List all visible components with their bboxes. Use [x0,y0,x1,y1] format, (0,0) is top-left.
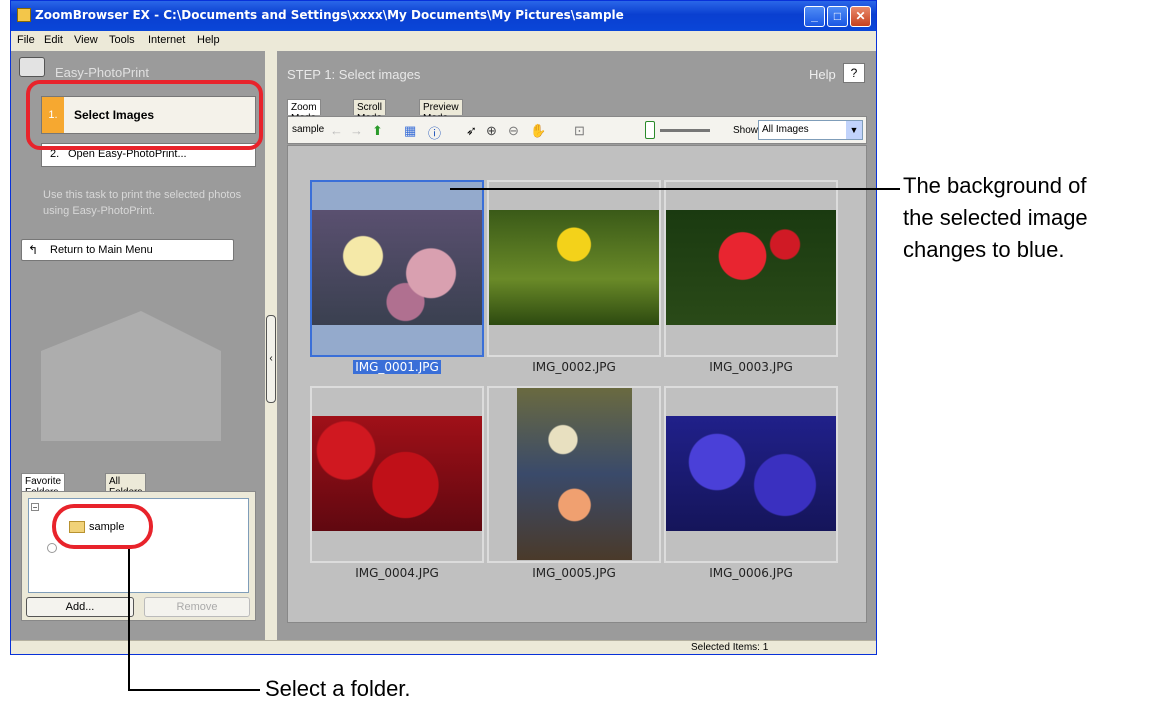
show-filter-value: All Images [762,124,809,135]
menu-view[interactable]: View [74,34,98,46]
task-panel-title: Easy-PhotoPrint [55,65,149,80]
printer-icon [19,57,45,77]
return-arrow-icon: ↰ [28,243,39,257]
annotation-select-folder: Select a folder. [265,676,411,701]
thumbnail-item[interactable]: IMG_0002.JPG [487,180,661,375]
zoom-slider-thumb[interactable] [645,121,655,139]
tab-all-folders[interactable]: All Folders [105,473,147,498]
title-bar[interactable]: ZoomBrowser EX - C:\Documents and Settin… [11,1,876,31]
forward-arrow-icon[interactable]: → [350,123,363,138]
thumbnail-caption: IMG_0006.JPG [709,566,793,580]
thumbnail-item[interactable]: IMG_0003.JPG [664,180,838,375]
remove-folder-button[interactable]: Remove [144,597,250,617]
thumbnail-item[interactable]: IMG_0005.JPG [487,386,661,581]
current-folder-label: sample [292,124,325,135]
task-hint: Use this task to print the selected phot… [43,189,242,217]
help-label: Help [809,67,836,82]
maximize-button[interactable]: □ [827,6,848,27]
thumbnail-caption: IMG_0003.JPG [709,360,793,374]
add-folder-button[interactable]: Add... [26,597,134,617]
thumbnail-frame [664,386,838,563]
window-title: ZoomBrowser EX - C:\Documents and Settin… [35,8,624,22]
step-title: STEP 1: Select images [287,67,421,82]
annotation-selected-bg: The background of the selected image cha… [903,173,1088,262]
menu-tools[interactable]: Tools [109,34,135,46]
back-arrow-icon[interactable]: ← [330,123,343,138]
status-bar: Selected Items: 1 [11,640,876,654]
zoom-out-icon[interactable]: ⊖ [508,123,519,139]
tab-favorite-folders[interactable]: Favorite Folders [21,473,66,498]
thumbnail-frame [487,180,661,357]
button-label: Return to Main Menu [50,244,153,256]
return-to-main-menu-button[interactable]: ↰ Return to Main Menu [21,239,234,261]
photo-red-flower [666,210,836,325]
highlight-ring-folder [52,504,153,549]
zoom-slider[interactable] [660,129,710,132]
select-mode-icon[interactable]: ▦ [404,123,416,139]
thumbnail-frame [487,386,661,563]
panel-splitter[interactable]: ‹ [265,51,277,640]
menu-internet[interactable]: Internet [148,34,185,46]
close-button[interactable]: ✕ [850,6,871,27]
thumbnail-frame [310,386,484,563]
pointer-icon[interactable]: ➶ [466,123,477,139]
zoom-in-icon[interactable]: ⊕ [486,123,497,139]
callout-line [450,188,900,190]
hand-icon[interactable]: ✋ [530,123,546,139]
image-viewer[interactable]: IMG_0001.JPG IMG_0002.JPG IMG_0003.JPG I [287,145,867,623]
thumbnail-frame [664,180,838,357]
up-folder-icon[interactable]: ⬆ [372,123,383,139]
minimize-button[interactable]: _ [804,6,825,27]
photo-red-roses [312,416,482,531]
photo-blue-flowers [666,416,836,531]
toolbar: sample ← → ⬆ ▦ ⓘ ➶ ⊕ ⊖ ✋ ⊡ Show All Imag… [287,116,867,144]
callout-line [128,689,260,691]
show-filter-select[interactable]: All Images ▼ [758,120,863,140]
search-icon [47,543,57,553]
menu-bar: File Edit View Tools Internet Help [11,32,876,50]
thumbnail-frame [310,180,484,357]
status-text: Selected Items: 1 [691,642,769,653]
help-button[interactable]: ? [843,63,865,83]
collapse-panel-button[interactable]: ‹ [266,315,276,403]
menu-edit[interactable]: Edit [44,34,63,46]
photo-yellow-flower [489,210,659,325]
thumbnail-item[interactable]: IMG_0006.JPG [664,386,838,581]
show-label: Show [733,125,759,136]
thumbnail-item[interactable]: IMG_0001.JPG [310,180,484,375]
menu-file[interactable]: File [17,34,35,46]
menu-help[interactable]: Help [197,34,220,46]
printer-watermark-icon [41,311,221,441]
info-icon[interactable]: ⓘ [428,123,441,142]
thumbnail-caption: IMG_0002.JPG [532,360,616,374]
thumbnail-caption: IMG_0004.JPG [355,566,439,580]
tab-preview-mode[interactable]: Preview Mode [419,99,463,124]
step-header: STEP 1: Select images Help ? [277,51,876,91]
highlight-ring-step [26,80,263,150]
photo-flowers-daisy [312,210,482,325]
fit-icon[interactable]: ⊡ [574,123,585,139]
callout-line [128,549,130,690]
photo-mixed-bouquet [517,388,632,560]
thumbnail-caption: IMG_0001.JPG [353,360,441,374]
app-icon [17,8,31,22]
thumbnail-caption: IMG_0005.JPG [532,566,616,580]
tab-scroll-mode[interactable]: Scroll Mode [353,99,387,124]
collapse-icon[interactable]: − [31,503,39,512]
main-area: Zoom Mode Scroll Mode Preview Mode sampl… [277,91,876,640]
thumbnail-item[interactable]: IMG_0004.JPG [310,386,484,581]
chevron-down-icon[interactable]: ▼ [846,121,862,139]
tab-zoom-mode[interactable]: Zoom Mode [287,99,321,124]
